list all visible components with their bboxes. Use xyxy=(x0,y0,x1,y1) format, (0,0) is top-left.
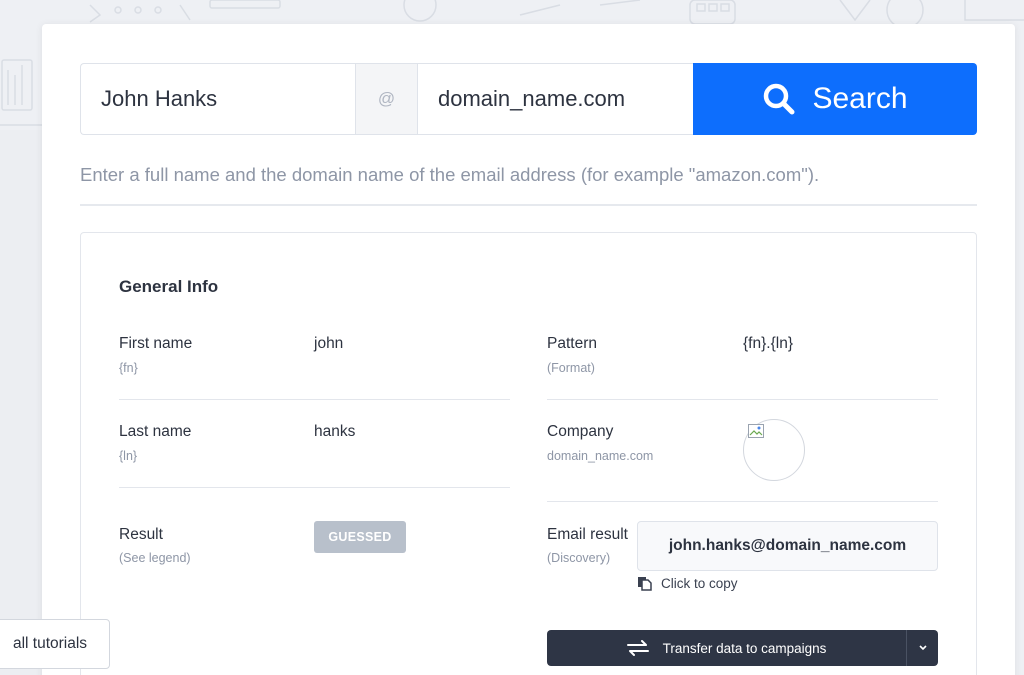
divider xyxy=(119,399,510,400)
search-button[interactable]: Search xyxy=(693,63,977,135)
company-domain: domain_name.com xyxy=(547,449,654,463)
email-result-sub: (Discovery) xyxy=(547,551,611,565)
result-sub: (See legend) xyxy=(119,551,191,565)
first-name-label: First name xyxy=(119,335,193,352)
last-name-value: hanks xyxy=(314,423,356,440)
pattern-label: Pattern xyxy=(547,335,597,352)
divider xyxy=(547,399,938,400)
broken-image-icon xyxy=(748,424,764,438)
divider xyxy=(547,501,938,502)
last-name-label: Last name xyxy=(119,423,192,440)
first-name-sub: {fn} xyxy=(119,361,138,375)
search-button-label: Search xyxy=(812,82,908,115)
search-icon xyxy=(764,83,795,115)
section-title: General Info xyxy=(119,277,219,296)
transfer-data-main[interactable]: Transfer data to campaigns xyxy=(547,630,906,666)
copy-email-link[interactable]: Click to copy xyxy=(637,575,738,591)
company-label: Company xyxy=(547,423,614,440)
result-label: Result xyxy=(119,526,163,543)
last-name-sub: {ln} xyxy=(119,449,138,463)
email-result-label: Email result xyxy=(547,526,628,543)
email-finder-card: John Hanks @ domain_name.com Search Ente… xyxy=(42,24,1015,675)
transfer-data-label: Transfer data to campaigns xyxy=(662,640,827,656)
copy-label: Click to copy xyxy=(661,575,738,591)
divider xyxy=(80,204,977,206)
pattern-value: {fn}.{ln} xyxy=(743,335,794,352)
copy-icon xyxy=(638,577,652,591)
search-hint: Enter a full name and the domain name of… xyxy=(80,164,820,185)
pattern-sub: (Format) xyxy=(547,361,595,375)
general-info-panel: General Info First name {fn} john Last n… xyxy=(80,232,977,675)
transfer-options-dropdown[interactable] xyxy=(906,630,938,666)
swap-arrows-icon xyxy=(626,640,649,656)
first-name-value: john xyxy=(314,335,344,352)
all-tutorials-button[interactable]: all tutorials xyxy=(0,619,110,669)
chevron-down-icon xyxy=(918,645,927,651)
full-name-input[interactable]: John Hanks xyxy=(80,63,355,135)
company-logo xyxy=(743,419,805,481)
divider xyxy=(119,487,510,488)
search-bar: John Hanks @ domain_name.com Search xyxy=(80,63,977,135)
domain-input[interactable]: domain_name.com xyxy=(418,63,693,135)
background-side-strip xyxy=(0,130,42,675)
status-badge: GUESSED xyxy=(314,521,406,553)
at-separator: @ xyxy=(355,63,418,135)
email-result-value[interactable]: john.hanks@domain_name.com xyxy=(637,521,938,571)
transfer-data-button: Transfer data to campaigns xyxy=(547,630,938,666)
